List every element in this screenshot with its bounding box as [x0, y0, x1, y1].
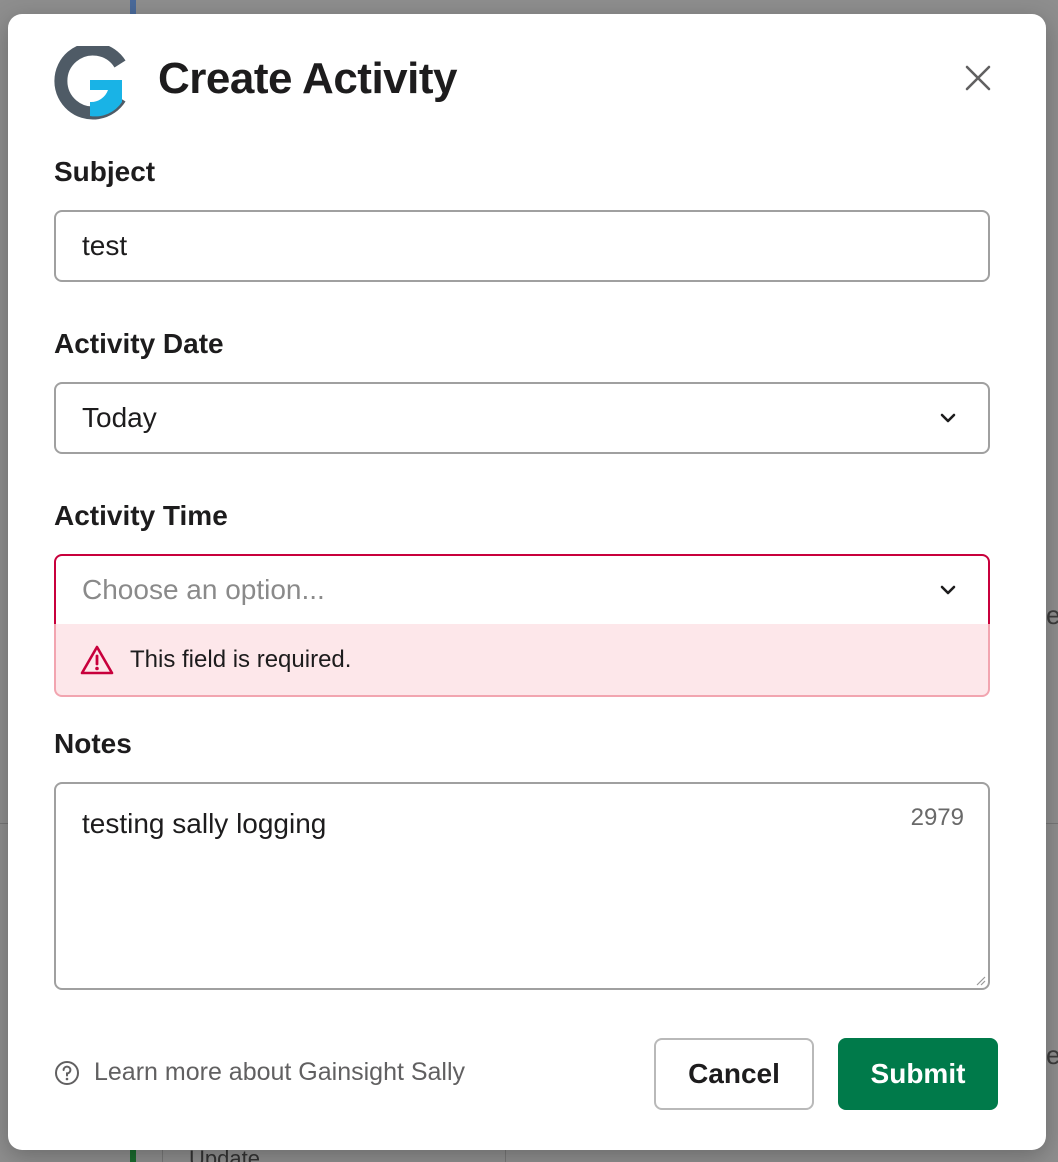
dialog-title: Create Activity: [158, 54, 458, 103]
background-divider: [1046, 823, 1058, 824]
background-panel: Update: [162, 1148, 506, 1162]
warning-icon: [80, 645, 114, 674]
cancel-button[interactable]: Cancel: [654, 1038, 814, 1110]
activity-time-select[interactable]: Choose an option...: [54, 554, 990, 626]
submit-button[interactable]: Submit: [838, 1038, 998, 1110]
activity-time-label: Activity Time: [54, 500, 228, 531]
background-text: e: [1046, 1040, 1058, 1070]
notes-textarea[interactable]: testing sally logging 2979: [54, 782, 990, 990]
background-text: e: [1046, 600, 1058, 630]
chevron-down-icon: [940, 585, 956, 595]
background-accent: [130, 1148, 136, 1162]
subject-label: Subject: [54, 156, 156, 187]
subject-value: test: [82, 230, 128, 261]
help-circle-icon: [55, 1060, 79, 1085]
chevron-down-icon: [940, 413, 956, 423]
learn-more-text: Learn more about Gainsight Sally: [94, 1058, 466, 1086]
notes-value: testing sally logging: [82, 808, 327, 839]
error-text: This field is required.: [130, 645, 352, 673]
background-update-text: Update: [189, 1148, 260, 1162]
activity-date-label: Activity Date: [54, 328, 224, 359]
close-icon: [965, 65, 991, 91]
subject-input[interactable]: test: [54, 210, 990, 282]
resize-handle-icon[interactable]: [974, 974, 986, 986]
activity-date-value: Today: [82, 402, 157, 433]
close-button[interactable]: [956, 56, 1000, 100]
character-counter: 2979: [910, 804, 964, 831]
field-error-message: This field is required.: [54, 624, 990, 697]
learn-more-link[interactable]: Learn more about Gainsight Sally: [54, 1058, 465, 1087]
activity-time-placeholder: Choose an option...: [82, 574, 325, 605]
gainsight-logo: [54, 46, 126, 120]
create-activity-dialog: Create Activity Subject test Activity Da…: [8, 14, 1046, 1150]
notes-label: Notes: [54, 728, 132, 759]
activity-date-select[interactable]: Today: [54, 382, 990, 454]
